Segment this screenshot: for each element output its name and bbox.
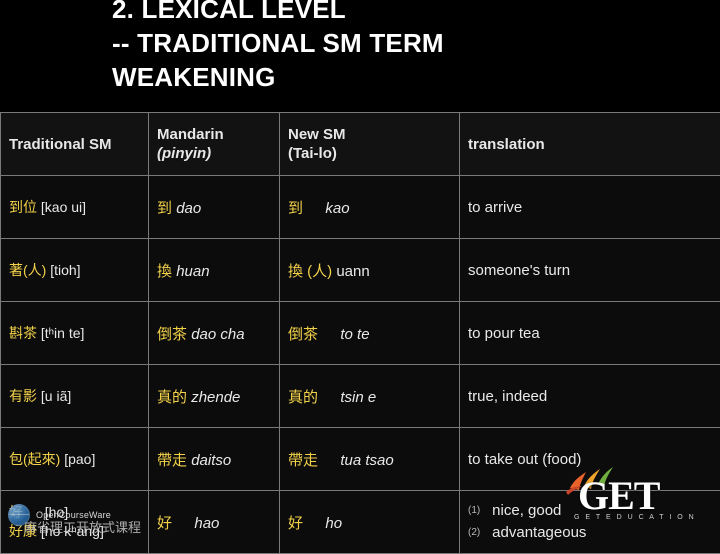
mandarin-han: 倒茶 xyxy=(157,326,187,343)
mandarin-romanization: dao xyxy=(176,200,201,217)
page-title: 2. LEXICAL LEVEL -- TRADITIONAL SM TERM … xyxy=(112,0,712,94)
mandarin-romanization: huan xyxy=(176,263,209,280)
newsm-romanization: tsin e xyxy=(340,389,376,406)
newsm-romanization: uann xyxy=(336,263,369,280)
newsm-han: 帶走 xyxy=(288,452,318,469)
translation-text: to arrive xyxy=(468,199,522,216)
mandarin-romanization: daitso xyxy=(191,452,231,469)
column-header-new-sm: New SM (Tai-lo) xyxy=(280,113,460,176)
cell-new-sm: 換 (人) uann xyxy=(280,239,460,302)
column-header-traditional-sm: Traditional SM xyxy=(1,113,149,176)
cell-new-sm: 倒茶 to te xyxy=(280,302,460,365)
page-title-line-3: WEAKENING xyxy=(112,60,712,94)
cell-translation: true, indeed xyxy=(460,365,720,428)
traditional-han: 斟茶 xyxy=(9,325,37,341)
cell-mandarin: 好 hao xyxy=(149,491,280,554)
cell-traditional-sm: 到位 [kao ui] xyxy=(1,176,149,239)
mandarin-han: 真的 xyxy=(157,389,187,406)
translation-text: true, indeed xyxy=(468,388,547,405)
table-header-row: Traditional SM Mandarin (pinyin) New SM … xyxy=(1,113,720,176)
mandarin-romanization: dao cha xyxy=(191,326,244,343)
newsm-romanization: tua tsao xyxy=(340,452,393,469)
cell-new-sm: 到 kao xyxy=(280,176,460,239)
traditional-han: 到位 xyxy=(9,199,37,215)
get-logo-subtitle: G E T E D U C A T I O N xyxy=(574,514,696,521)
newsm-han: 到 xyxy=(288,200,303,217)
cell-traditional-sm: 包(起來) [pao] xyxy=(1,428,149,491)
mandarin-romanization: hao xyxy=(194,515,219,532)
cell-translation: someone's turn xyxy=(460,239,720,302)
translation-text: someone's turn xyxy=(468,262,570,279)
column-header-translation: translation xyxy=(460,113,720,176)
newsm-han: 倒茶 xyxy=(288,326,318,343)
table-row: 斟茶 [tʰin te] 倒茶 dao cha 倒茶 to te to pour… xyxy=(1,302,720,365)
slide: 2. LEXICAL LEVEL -- TRADITIONAL SM TERM … xyxy=(0,0,720,540)
table-row: 著(人) [tioh] 換 huan 換 (人) uann someone's … xyxy=(1,239,720,302)
column-header-mandarin-sublabel: (pinyin) xyxy=(157,144,271,163)
column-header-mandarin-label: Mandarin xyxy=(157,125,271,144)
cell-traditional-sm: 著(人) [tioh] xyxy=(1,239,149,302)
mandarin-han: 帶走 xyxy=(157,452,187,469)
cell-new-sm: 真的 tsin e xyxy=(280,365,460,428)
translation-number-2: (2) xyxy=(468,522,488,544)
traditional-ipa: [kao ui] xyxy=(41,199,86,215)
column-header-new-sm-label: New SM xyxy=(288,125,451,144)
cell-mandarin: 倒茶 dao cha xyxy=(149,302,280,365)
cell-mandarin: 真的 zhende xyxy=(149,365,280,428)
page-title-line-2: -- TRADITIONAL SM TERM xyxy=(112,26,712,60)
mandarin-romanization: zhende xyxy=(191,389,240,406)
translation-text: to pour tea xyxy=(468,325,540,342)
get-logo-word: GET xyxy=(578,472,659,519)
newsm-romanization: to te xyxy=(340,326,369,343)
traditional-han: 包(起來) xyxy=(9,451,60,467)
mandarin-han: 好 xyxy=(157,515,172,532)
cell-translation: to pour tea xyxy=(460,302,720,365)
cell-mandarin: 到 dao xyxy=(149,176,280,239)
cell-new-sm: 好 ho xyxy=(280,491,460,554)
column-header-translation-label: translation xyxy=(468,135,712,154)
newsm-romanization: kao xyxy=(325,200,349,217)
mandarin-han: 換 xyxy=(157,263,172,280)
column-header-mandarin: Mandarin (pinyin) xyxy=(149,113,280,176)
table-row: 到位 [kao ui] 到 dao 到 kao to arrive xyxy=(1,176,720,239)
newsm-han: 好 xyxy=(288,515,303,532)
traditional-han: 有影 xyxy=(9,388,37,404)
cell-traditional-sm: 有影 [u iã] xyxy=(1,365,149,428)
traditional-ipa: [u iã] xyxy=(41,388,71,404)
traditional-ipa: [tioh] xyxy=(50,262,80,278)
newsm-han: 換 (人) xyxy=(288,263,332,280)
get-logo: GET G E T E D U C A T I O N xyxy=(556,460,706,528)
cell-mandarin: 帶走 daitso xyxy=(149,428,280,491)
column-header-traditional-sm-label: Traditional SM xyxy=(9,135,140,154)
newsm-han: 真的 xyxy=(288,389,318,406)
opencourseware-label-cn: 麻省理工开放式课程 xyxy=(24,517,141,536)
cell-mandarin: 換 huan xyxy=(149,239,280,302)
cell-new-sm: 帶走 tua tsao xyxy=(280,428,460,491)
cell-traditional-sm: 斟茶 [tʰin te] xyxy=(1,302,149,365)
mandarin-han: 到 xyxy=(157,200,172,217)
traditional-ipa: [tʰin te] xyxy=(41,325,85,341)
translation-text-1: nice, good xyxy=(492,502,561,519)
table-row: 有影 [u iã] 真的 zhende 真的 tsin e true, inde… xyxy=(1,365,720,428)
column-header-new-sm-sublabel: (Tai-lo) xyxy=(288,144,451,163)
traditional-han: 著(人) xyxy=(9,262,46,278)
newsm-romanization: ho xyxy=(325,515,342,532)
translation-number-1: (1) xyxy=(468,500,488,522)
table-header: Traditional SM Mandarin (pinyin) New SM … xyxy=(1,113,720,176)
cell-translation: to arrive xyxy=(460,176,720,239)
traditional-ipa: [pao] xyxy=(64,451,95,467)
page-title-line-1: 2. LEXICAL LEVEL xyxy=(112,0,712,26)
